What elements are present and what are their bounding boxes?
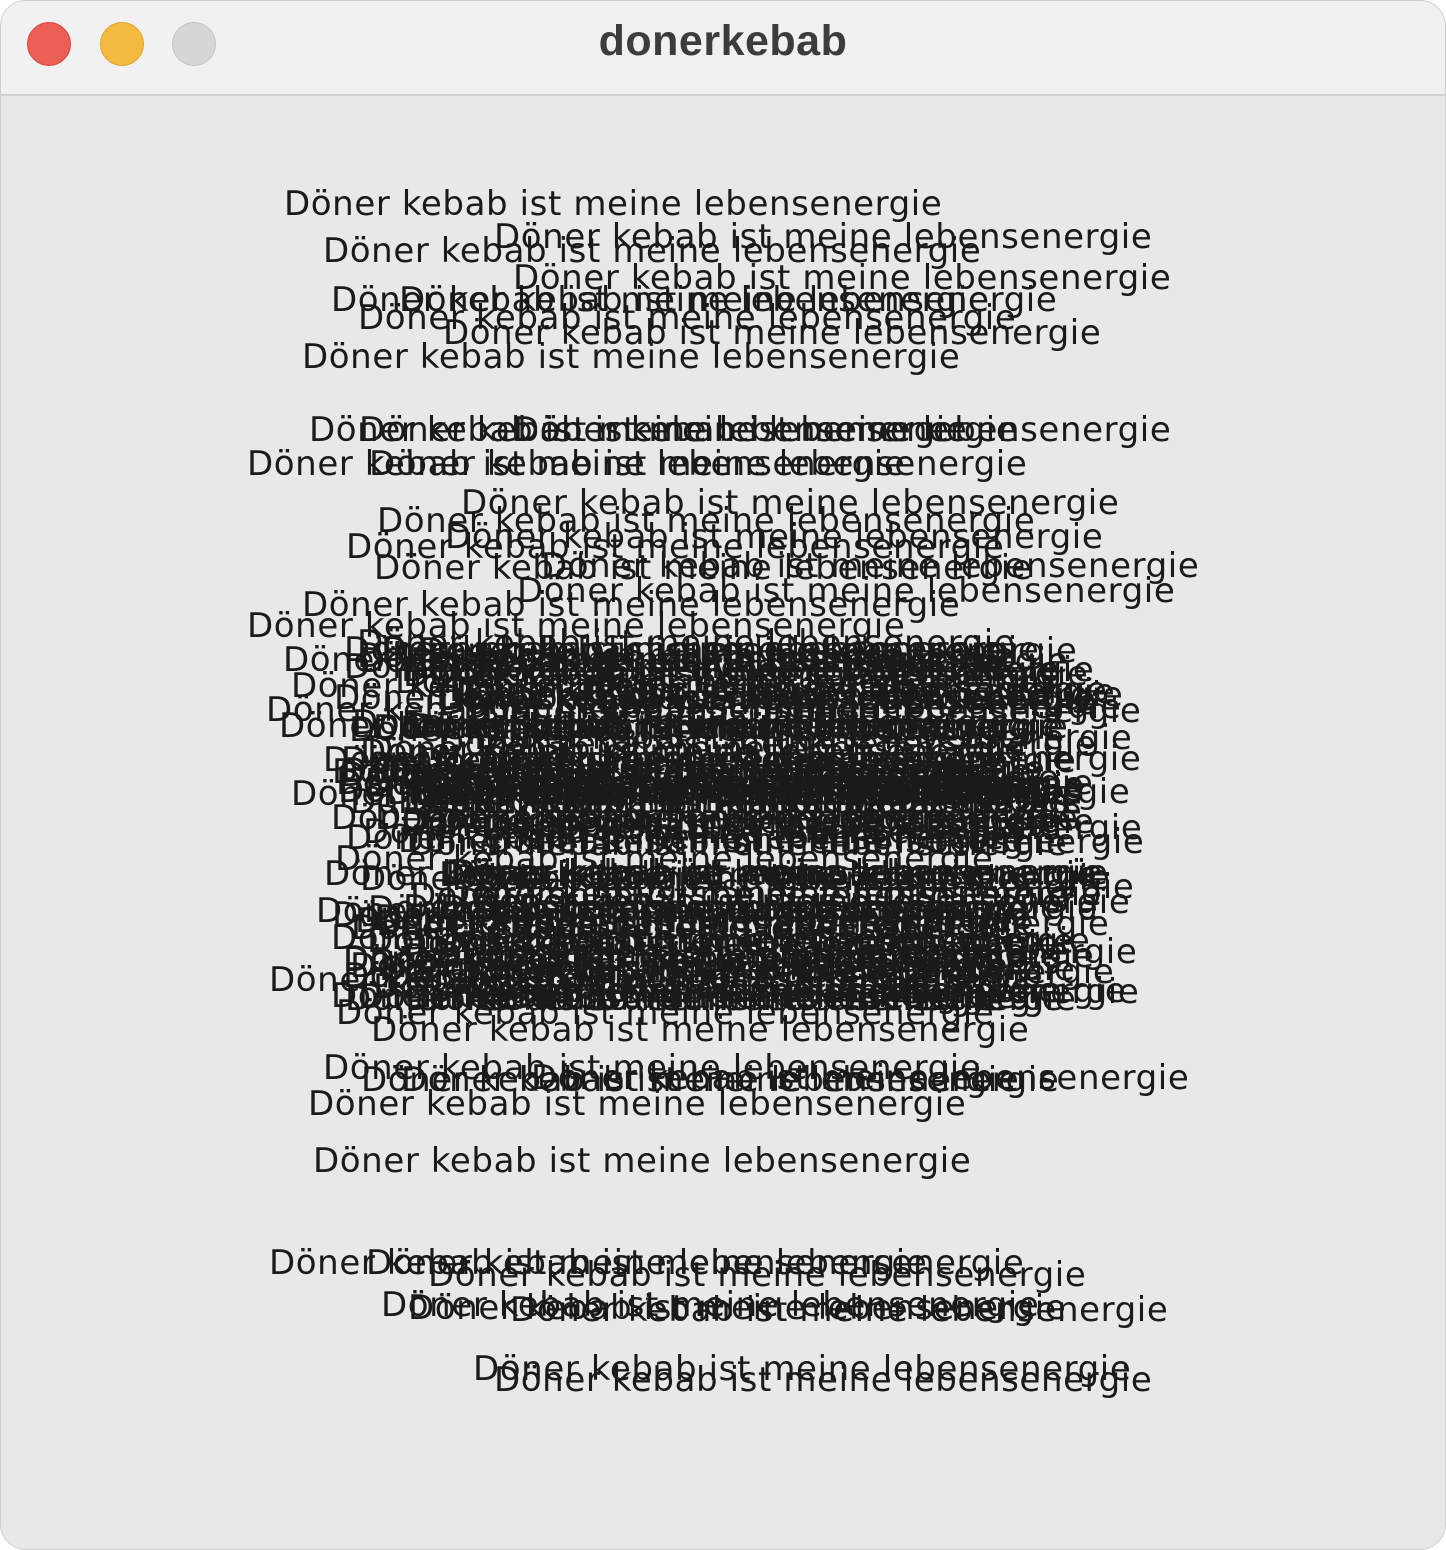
canvas-text: Döner kebab ist meine lebensenergie	[368, 889, 1027, 929]
canvas-text: Döner kebab ist meine lebensenergie	[463, 687, 1122, 727]
canvas-text: Döner kebab ist meine lebensenergie	[313, 1141, 972, 1181]
canvas-text: Döner kebab ist meine lebensenergie	[513, 410, 1172, 450]
canvas-text: Döner kebab ist meine lebensenergie	[386, 773, 1045, 813]
canvas-text: Döner kebab ist meine lebensenergie	[284, 184, 943, 224]
canvas-text: Döner kebab ist meine lebensenergie	[369, 444, 1028, 484]
app-window: donerkebab Döner kebab ist meine lebense…	[0, 0, 1446, 1550]
title-bar[interactable]: donerkebab	[1, 1, 1445, 96]
canvas-text: Döner kebab ist meine lebensenergie	[302, 337, 961, 377]
drawing-canvas: Döner kebab ist meine lebensenergie Döner…	[1, 96, 1445, 1549]
canvas-text: Döner kebab ist meine lebensenergie	[510, 1290, 1169, 1330]
canvas-text: Döner kebab ist meine lebensenergie	[484, 808, 1143, 848]
canvas-text: Döner kebab ist meine lebensenergie	[494, 1360, 1153, 1400]
canvas-text: Döner kebab ist meine lebensenergie	[379, 949, 1038, 989]
window-title: donerkebab	[598, 17, 848, 65]
canvas-text: Döner kebab ist meine lebensenergie	[308, 1084, 967, 1124]
canvas-text: Döner kebab ist meine lebensenergie	[381, 630, 1040, 670]
